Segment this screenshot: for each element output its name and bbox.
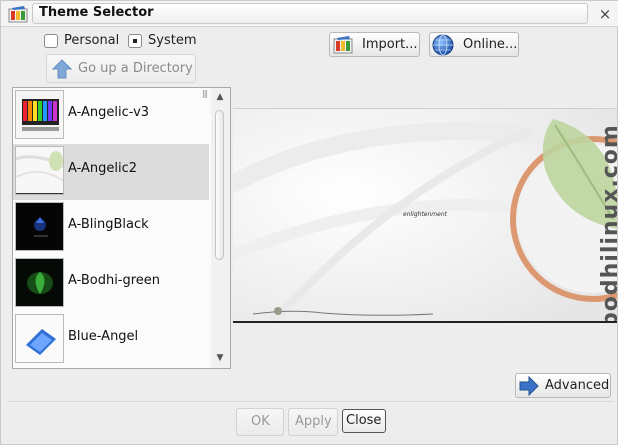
theme-list[interactable]: A-Angelic-v3 A-Angelic2 A-BlingBlack A-B… (12, 87, 231, 369)
theme-name: A-Bodhi-green (68, 273, 161, 288)
import-label: Import... (362, 37, 418, 52)
list-item[interactable]: A-Angelic-v3 (13, 88, 209, 144)
title-bar[interactable]: Theme Selector × (1, 1, 618, 27)
theme-thumbnail (15, 258, 64, 307)
system-radio-label[interactable]: System (148, 33, 196, 48)
online-label: Online... (463, 37, 518, 52)
theme-thumbnail (15, 202, 64, 251)
preview-watermark: bodhilinux.com (598, 124, 617, 323)
resize-grip-icon[interactable]: ||| (202, 89, 214, 99)
theme-thumbnail (15, 146, 64, 195)
close-button[interactable]: Close (342, 409, 386, 433)
enlightenment-logo: enlightenment (403, 211, 447, 218)
advanced-label: Advanced (545, 378, 610, 393)
list-item-selected[interactable]: A-Angelic2 (13, 144, 209, 200)
online-button[interactable]: Online... (429, 32, 519, 57)
globe-icon (432, 34, 454, 56)
arrow-right-icon (519, 376, 539, 396)
theme-preview: enlightenment bodhilinux.com (233, 108, 617, 323)
go-up-directory-button[interactable]: Go up a Directory (46, 54, 196, 83)
ok-label: OK (251, 414, 270, 429)
blue-angel-preview-image (16, 315, 63, 362)
personal-radio[interactable] (44, 34, 58, 48)
theme-name: A-Angelic-v3 (68, 105, 150, 120)
bodhi-green-preview-image (16, 259, 63, 306)
go-up-directory-label: Go up a Directory (78, 61, 193, 76)
import-button[interactable]: Import... (329, 32, 420, 57)
scroll-down-arrow-icon[interactable]: ▼ (214, 352, 226, 364)
angelic-v3-preview-image (16, 91, 63, 138)
theme-thumbnail (15, 314, 64, 363)
theme-thumbnail (15, 90, 64, 139)
title-field: Theme Selector (32, 3, 588, 24)
ok-button[interactable]: OK (236, 408, 284, 436)
window-title: Theme Selector (39, 5, 154, 20)
system-radio[interactable] (128, 34, 142, 48)
apply-button[interactable]: Apply (288, 408, 338, 436)
theme-icon (333, 36, 353, 54)
close-window-icon[interactable]: × (595, 4, 615, 24)
scrollbar-thumb[interactable] (215, 110, 224, 260)
list-item[interactable]: A-Bodhi-green (13, 256, 209, 312)
apply-label: Apply (295, 414, 332, 429)
arrow-up-icon (51, 59, 73, 79)
list-item[interactable]: A-BlingBlack (13, 200, 209, 256)
theme-selector-window: Theme Selector × Personal System Go up a… (0, 0, 618, 445)
list-scrollbar[interactable]: ▲ ▼ (211, 88, 230, 368)
personal-radio-label[interactable]: Personal (64, 33, 119, 48)
blingblack-preview-image (16, 203, 63, 250)
angelic2-preview-image (16, 147, 63, 194)
scroll-up-arrow-icon[interactable]: ▲ (214, 91, 226, 103)
theme-name: Blue-Angel (68, 329, 139, 344)
advanced-button[interactable]: Advanced (515, 373, 611, 398)
theme-name: A-Angelic2 (68, 161, 138, 176)
close-label: Close (346, 413, 382, 428)
divider (7, 401, 613, 402)
list-item[interactable]: Blue-Angel (13, 312, 209, 368)
theme-icon (8, 6, 28, 23)
theme-name: A-BlingBlack (68, 217, 149, 232)
